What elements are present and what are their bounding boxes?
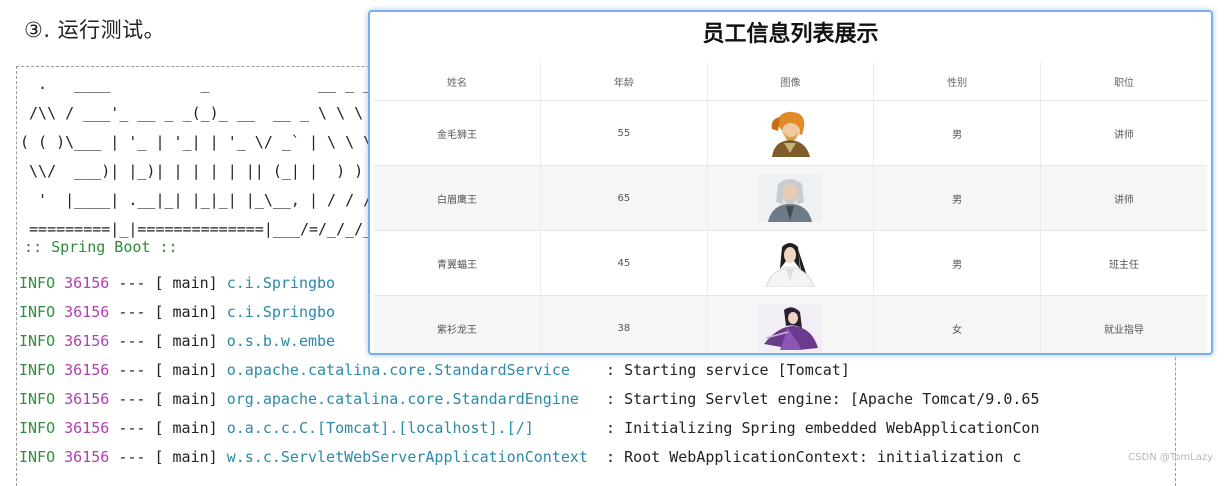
cell-image (707, 100, 875, 166)
log-pid: 36156 (64, 448, 110, 466)
log-line: INFO 36156 --- [ main] o.s.b.w.embe (19, 327, 344, 356)
cell-gender: 女 (873, 295, 1041, 353)
table-header-row: 姓名 年龄 图像 性别 职位 (374, 62, 1207, 101)
log-logger: o.s.b.w.embe (226, 332, 336, 350)
log-level: INFO (19, 361, 56, 379)
log-logger: org.apache.catalina.core.StandardEngine (226, 390, 597, 408)
table-row: 白眉鹰王 65 男 讲师 (374, 165, 1207, 231)
cell-age: 55 (540, 100, 708, 166)
log-separator: --- (118, 303, 146, 321)
log-level: INFO (19, 303, 56, 321)
log-logger: c.i.Springbo (226, 303, 336, 321)
log-separator: --- (118, 419, 146, 437)
log-line: INFO 36156 --- [ main] w.s.c.ServletWebS… (19, 443, 1021, 472)
cell-job: 讲师 (1040, 165, 1207, 231)
log-separator: --- (118, 448, 146, 466)
banner-line: . ____ _ __ _ _ (20, 75, 373, 93)
log-line: INFO 36156 --- [ main] c.i.Springbo (19, 269, 344, 298)
column-header-name: 姓名 (374, 62, 542, 101)
log-level: INFO (19, 390, 56, 408)
cell-image (707, 230, 875, 296)
watermark: CSDN @TomLazy (1128, 452, 1213, 463)
log-thread: [ main] (154, 390, 218, 408)
log-message: : Starting Servlet engine: [Apache Tomca… (606, 390, 1040, 408)
cell-gender: 男 (873, 165, 1041, 231)
cell-name: 青翼蝠王 (374, 230, 542, 296)
page-title: 员工信息列表展示 (702, 22, 879, 47)
cell-job: 班主任 (1040, 230, 1207, 296)
column-header-job: 职位 (1040, 62, 1207, 101)
browser-result-window: 员工信息列表展示 姓名 年龄 图像 性别 职位 金毛狮王 55 男 讲师 白眉鹰… (368, 10, 1213, 355)
banner-line: \\/ ___)| |_)| | | | | || (_| | ) ) ) ) (20, 162, 400, 180)
log-pid: 36156 (64, 390, 110, 408)
green-wing-bat-portrait (758, 239, 823, 287)
log-level: INFO (19, 419, 56, 437)
table-row: 金毛狮王 55 男 讲师 (374, 100, 1207, 166)
log-line: INFO 36156 --- [ main] org.apache.catali… (19, 385, 1040, 414)
cell-name: 白眉鹰王 (374, 165, 542, 231)
cell-age: 65 (540, 165, 708, 231)
cell-name: 紫衫龙王 (374, 295, 542, 353)
log-line: INFO 36156 --- [ main] o.a.c.c.C.[Tomcat… (19, 414, 1040, 443)
table-row: 青翼蝠王 45 男 班主任 (374, 230, 1207, 296)
column-header-image: 图像 (707, 62, 875, 101)
banner-line: =========|_|==============|___/=/_/_/_/ (20, 220, 382, 238)
cell-job: 讲师 (1040, 100, 1207, 166)
banner-line: /\\ / ___'_ __ _ _(_)_ __ __ _ \ \ \ \ (20, 104, 382, 122)
log-message: : Initializing Spring embedded WebApplic… (606, 419, 1040, 437)
log-logger: o.a.c.c.C.[Tomcat].[localhost].[/] (226, 419, 597, 437)
log-line: INFO 36156 --- [ main] o.apache.catalina… (19, 356, 850, 385)
cell-name: 金毛狮王 (374, 100, 542, 166)
golden-lion-portrait (758, 109, 823, 157)
purple-dragon-portrait (758, 304, 823, 352)
log-separator: --- (118, 274, 146, 292)
log-thread: [ main] (154, 303, 218, 321)
spring-ascii-banner: . ____ _ __ _ _ /\\ / ___'_ __ _ _(_)_ _… (20, 70, 399, 244)
cell-gender: 男 (873, 230, 1041, 296)
white-eyebrow-eagle-portrait (758, 174, 823, 222)
table-row: 紫衫龙王 38 女 就业指导 (374, 295, 1207, 353)
log-thread: [ main] (154, 332, 218, 350)
log-thread: [ main] (154, 274, 218, 292)
log-logger: o.apache.catalina.core.StandardService (226, 361, 597, 379)
log-level: INFO (19, 448, 56, 466)
cell-job: 就业指导 (1040, 295, 1207, 353)
log-pid: 36156 (64, 303, 110, 321)
column-header-gender: 性别 (873, 62, 1041, 101)
log-separator: --- (118, 361, 146, 379)
log-pid: 36156 (64, 419, 110, 437)
cell-age: 38 (540, 295, 708, 353)
spring-boot-label: :: Spring Boot :: (24, 238, 178, 256)
log-thread: [ main] (154, 419, 218, 437)
log-level: INFO (19, 332, 56, 350)
log-separator: --- (118, 332, 146, 350)
log-message: : Starting service [Tomcat] (606, 361, 850, 379)
log-thread: [ main] (154, 448, 218, 466)
log-separator: --- (118, 390, 146, 408)
banner-line: ( ( )\___ | '_ | '_| | '_ \/ _` | \ \ \ … (20, 133, 391, 151)
cell-gender: 男 (873, 100, 1041, 166)
log-pid: 36156 (64, 361, 110, 379)
log-logger: w.s.c.ServletWebServerApplicationContext (226, 448, 597, 466)
cell-image (707, 295, 875, 353)
cell-age: 45 (540, 230, 708, 296)
employee-table: 姓名 年龄 图像 性别 职位 金毛狮王 55 男 讲师 白眉鹰王 65 男 讲师… (374, 62, 1207, 353)
log-pid: 36156 (64, 274, 110, 292)
log-level: INFO (19, 274, 56, 292)
log-line: INFO 36156 --- [ main] c.i.Springbo (19, 298, 344, 327)
log-message: : Root WebApplicationContext: initializa… (606, 448, 1022, 466)
log-logger: c.i.Springbo (226, 274, 336, 292)
banner-line: ' |____| .__|_| |_|_| |_\__, | / / / / (20, 191, 391, 209)
cell-image (707, 165, 875, 231)
log-thread: [ main] (154, 361, 218, 379)
log-pid: 36156 (64, 332, 110, 350)
step-title: ③. 运行测试。 (24, 18, 166, 42)
column-header-age: 年龄 (540, 62, 708, 101)
